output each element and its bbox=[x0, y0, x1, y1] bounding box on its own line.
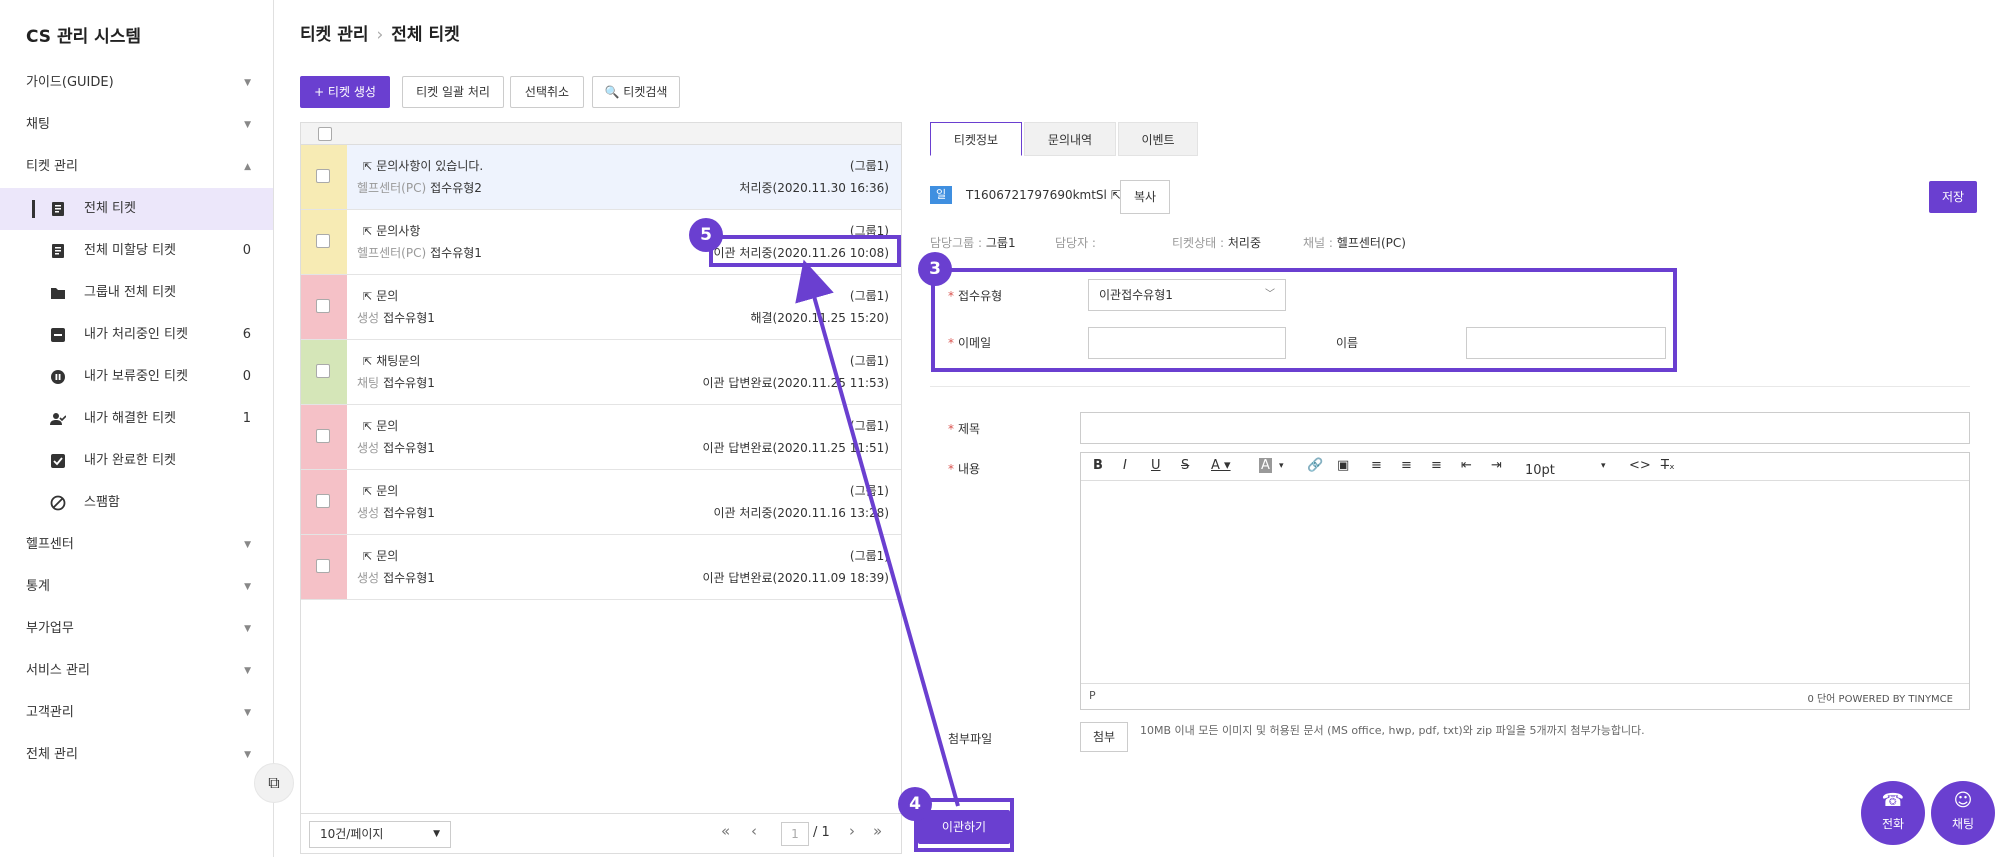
annotation-arrow bbox=[795, 259, 960, 807]
step-marker-3: 3 bbox=[918, 252, 952, 286]
step-marker-5: 5 bbox=[689, 218, 723, 252]
step-marker-4: 4 bbox=[898, 787, 932, 821]
